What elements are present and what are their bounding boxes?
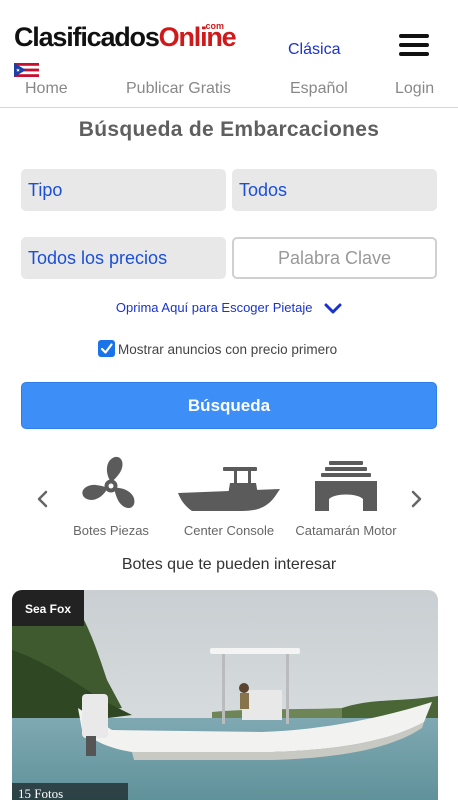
nav-publicar-gratis[interactable]: Publicar Gratis bbox=[126, 80, 231, 98]
pietaje-link-row[interactable]: Oprima Aquí para Escoger Pietaje bbox=[0, 300, 458, 315]
hamburger-icon[interactable] bbox=[399, 34, 429, 56]
page-title: Búsqueda de Embarcaciones bbox=[78, 118, 380, 141]
price-select[interactable]: Todos los precios bbox=[21, 237, 226, 279]
logo-com-text: .com bbox=[203, 21, 225, 31]
site-logo[interactable]: ClasificadosOnline .com bbox=[14, 21, 237, 56]
site-header: ClasificadosOnline .com Clásica Home Pub… bbox=[0, 0, 458, 108]
category-label: Center Console bbox=[183, 523, 275, 538]
category-carousel: Botes Piezas Center Console Catamarán Mo… bbox=[0, 455, 458, 545]
category-botes-piezas[interactable]: Botes Piezas bbox=[66, 455, 156, 538]
price-first-checkbox-row[interactable]: Mostrar anuncios con precio primero bbox=[98, 340, 338, 359]
chevron-down-icon[interactable] bbox=[324, 303, 342, 315]
top-nav: Home Publicar Gratis Español Login bbox=[0, 80, 458, 102]
chevron-right-icon[interactable] bbox=[406, 489, 426, 509]
category-catamaran-motor[interactable]: Catamarán Motor bbox=[293, 455, 399, 538]
propeller-icon bbox=[82, 456, 135, 509]
pietaje-link[interactable]: Oprima Aquí para Escoger Pietaje bbox=[116, 300, 313, 315]
interest-heading: Botes que te pueden interesar bbox=[121, 556, 337, 573]
puerto-rico-flag-icon[interactable] bbox=[14, 63, 39, 77]
center-console-boat-icon bbox=[178, 467, 280, 511]
listing-card[interactable]: Sea Fox 15 Fotos bbox=[12, 590, 438, 800]
nav-login[interactable]: Login bbox=[395, 80, 434, 98]
tipo-select[interactable]: Tipo bbox=[21, 169, 226, 211]
todos-select[interactable]: Todos bbox=[232, 169, 437, 211]
search-button[interactable]: Búsqueda bbox=[21, 382, 437, 429]
checkmark-icon bbox=[100, 343, 113, 354]
price-first-label: Mostrar anuncios con precio primero bbox=[118, 342, 338, 358]
category-center-console[interactable]: Center Console bbox=[178, 455, 280, 538]
logo-main-text: Clasificados bbox=[14, 22, 160, 52]
category-label: Catamarán Motor bbox=[295, 523, 397, 538]
clasica-link[interactable]: Clásica bbox=[288, 41, 340, 59]
chevron-left-icon[interactable] bbox=[33, 489, 53, 509]
nav-home[interactable]: Home bbox=[25, 80, 68, 98]
photo-count: 15 Fotos bbox=[12, 783, 128, 800]
keyword-input[interactable]: Palabra Clave bbox=[232, 237, 437, 279]
price-first-checkbox[interactable] bbox=[98, 340, 115, 357]
catamaran-icon bbox=[315, 461, 377, 511]
category-label: Botes Piezas bbox=[73, 523, 149, 538]
brand-badge: Sea Fox bbox=[12, 590, 85, 626]
nav-language[interactable]: Español bbox=[290, 80, 348, 98]
